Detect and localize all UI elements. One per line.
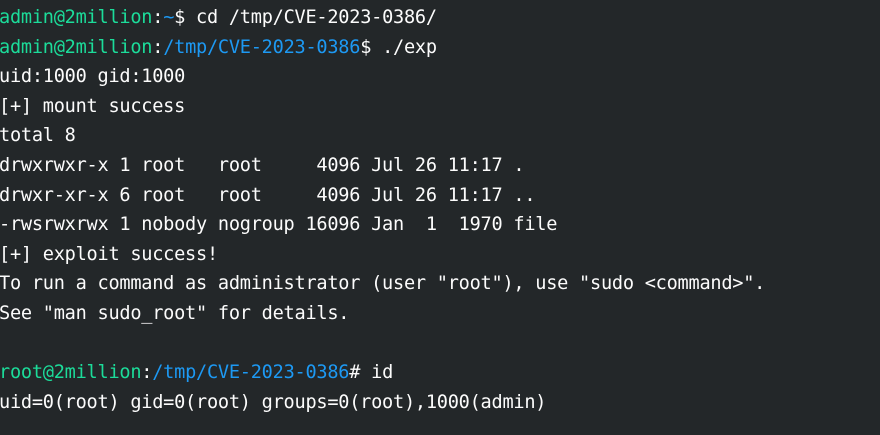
prompt-command: id xyxy=(371,362,394,384)
prompt-symbol: $ xyxy=(360,36,383,58)
terminal-line-output: To run a command as administrator (user … xyxy=(0,273,766,295)
prompt-user-host: admin@2million xyxy=(0,7,153,28)
prompt-path: /tmp/CVE-2023-0386 xyxy=(152,362,350,384)
prompt-symbol: # xyxy=(349,362,372,384)
terminal-window[interactable]: admin@2million:~$ cd /tmp/CVE-2023-0386/… xyxy=(0,0,879,435)
terminal-line-output: uid=0(root) gid=0(root) groups=0(root),1… xyxy=(0,391,547,413)
terminal-line-prompt: root@2million:/tmp/CVE-2023-0386# id xyxy=(0,358,879,388)
prompt-user-host: admin@2million xyxy=(0,36,153,58)
terminal-line-output: -rwsrwxrwx 1 nobody nogroup 16096 Jan 1 … xyxy=(0,214,558,236)
terminal-line-output: [+] mount success xyxy=(0,95,186,117)
prompt-user-host: root@2million xyxy=(0,362,142,384)
terminal-line-output: drwxr-xr-x 6 root root 4096 Jul 26 11:17… xyxy=(0,184,536,206)
prompt-separator: : xyxy=(152,7,164,28)
terminal-line-output: [+] exploit success! xyxy=(0,243,218,265)
prompt-path: ~ xyxy=(163,7,175,28)
terminal-line-output: See "man sudo_root" for details. xyxy=(0,302,350,324)
prompt-command: ./exp xyxy=(382,36,437,58)
prompt-separator: : xyxy=(141,362,153,384)
prompt-separator: : xyxy=(152,36,164,58)
prompt-path: /tmp/CVE-2023-0386 xyxy=(163,36,361,58)
prompt-symbol: $ xyxy=(174,7,197,28)
terminal-line-output: uid:1000 gid:1000 xyxy=(0,66,186,88)
terminal-line-output: drwxrwxr-x 1 root root 4096 Jul 26 11:17… xyxy=(0,154,525,176)
terminal-line-prompt: admin@2million:~$ cd /tmp/CVE-2023-0386/ xyxy=(0,3,879,33)
terminal-line-output: total 8 xyxy=(0,125,76,147)
terminal-line-prompt: admin@2million:/tmp/CVE-2023-0386$ ./exp xyxy=(0,33,879,63)
prompt-command: cd /tmp/CVE-2023-0386/ xyxy=(196,7,437,28)
